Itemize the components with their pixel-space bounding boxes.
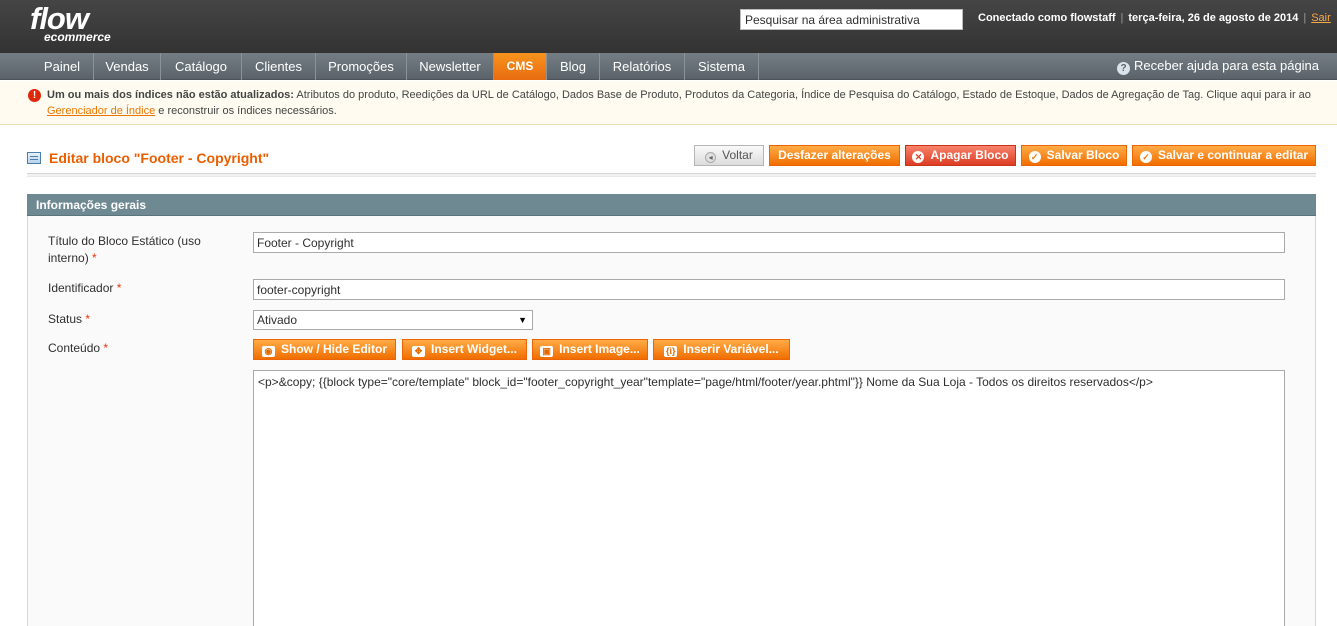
username: flowstaff [1070,12,1116,24]
nav-item-cms[interactable]: CMS [494,53,547,80]
reset-button[interactable]: Desfazer alterações [769,145,900,166]
status-select[interactable]: Ativado ▼ [253,310,533,330]
status-select-value: Ativado [257,313,298,327]
variable-icon: {i} [664,346,678,357]
delete-block-button[interactable]: ✕ Apagar Bloco [905,145,1016,166]
required-mark: * [103,341,109,355]
insert-variable-label: Inserir Variável... [683,342,779,356]
toggle-editor-button[interactable]: ◉ Show / Hide Editor [253,339,396,360]
help-link-label: Receber ajuda para esta página [1134,58,1320,73]
dropdown-arrow-icon: ▼ [518,315,527,325]
reset-button-label: Desfazer alterações [778,148,891,162]
save-block-label: Salvar Bloco [1046,148,1120,162]
admin-header: flow ecommerce Conectado como flowstaff|… [0,0,1337,53]
insert-image-label: Insert Image... [559,342,640,356]
notice-text-after: e reconstruir os índices necessários. [155,105,337,117]
insert-image-button[interactable]: ▣ Insert Image... [532,339,648,360]
notice-title: Um ou mais dos índices não estão atualiz… [47,89,294,101]
logged-in-prefix: Conectado como [978,12,1071,24]
index-notice: ! Um ou mais dos índices não estão atual… [0,81,1337,125]
nav-item-painel[interactable]: Painel [31,53,94,80]
block-title-input[interactable] [253,232,1285,253]
help-icon: ? [1117,62,1130,75]
error-icon: ! [28,89,41,102]
insert-widget-button[interactable]: ✥ Insert Widget... [402,339,527,360]
save-check-icon: ✓ [1028,151,1041,163]
save-continue-label: Salvar e continuar a editar [1157,148,1309,162]
content-label-text: Conteúdo [48,341,101,355]
toggle-editor-label: Show / Hide Editor [280,342,387,356]
status-label-text: Status [48,312,83,326]
nav-item-blog[interactable]: Blog [547,53,600,80]
section-header: Informações gerais [27,194,1316,216]
required-mark: * [92,251,97,265]
back-arrow-icon: ◂ [705,152,717,163]
nav-item-promocoes[interactable]: Promoções [316,53,407,80]
nav-item-clientes[interactable]: Clientes [242,53,316,80]
image-icon: ▣ [540,346,554,357]
page-title-text: Editar bloco "Footer - Copyright" [49,150,270,166]
eye-icon: ◉ [261,346,275,357]
block-title-label-line2: interno) [48,251,89,265]
delete-icon: ✕ [912,151,925,163]
delete-block-label: Apagar Bloco [930,148,1009,162]
title-divider [27,173,1316,177]
notice-text: Atributos do produto, Reedições da URL d… [293,89,1311,101]
save-continue-button[interactable]: ✓ Salvar e continuar a editar [1132,145,1316,166]
nav-item-newsletter[interactable]: Newsletter [407,53,494,80]
current-date: terça-feira, 26 de agosto de 2014 [1128,12,1299,24]
status-label: Status * [48,311,90,328]
logo[interactable]: flow ecommerce [30,3,111,44]
logout-link[interactable]: Sair [1311,12,1331,24]
logo-sub-text: ecommerce [44,30,111,44]
required-mark: * [116,281,122,295]
widget-icon: ✥ [412,346,426,357]
index-manager-link[interactable]: Gerenciador de Índice [47,105,155,117]
block-title-label: Título do Bloco Estático (uso interno) * [48,233,201,267]
insert-widget-label: Insert Widget... [431,342,517,356]
block-title-label-line1: Título do Bloco Estático (uso [48,234,201,248]
save-continue-check-icon: ✓ [1139,151,1152,163]
insert-variable-button[interactable]: {i} Inserir Variável... [653,339,790,360]
global-search-input[interactable] [740,9,963,30]
content-label: Conteúdo * [48,340,108,357]
save-block-button[interactable]: ✓ Salvar Bloco [1021,145,1127,166]
content-textarea[interactable]: <p>&copy; {{block type="core/template" b… [253,370,1285,626]
back-button[interactable]: ◂ Voltar [694,145,764,166]
block-edit-icon [27,152,41,164]
nav-item-sistema[interactable]: Sistema [685,53,759,80]
nav-item-vendas[interactable]: Vendas [94,53,161,80]
identifier-label: Identificador * [48,280,121,297]
identifier-input[interactable] [253,279,1285,300]
nav-item-catalogo[interactable]: Catálogo [161,53,242,80]
identifier-label-text: Identificador [48,281,114,295]
header-user-info: Conectado como flowstaff | terça-feira, 26… [978,12,1331,24]
help-link[interactable]: ? Receber ajuda para esta página [1117,53,1319,80]
nav-item-relatorios[interactable]: Relatórios [600,53,685,80]
back-button-label: Voltar [722,148,753,162]
required-mark: * [85,312,91,326]
